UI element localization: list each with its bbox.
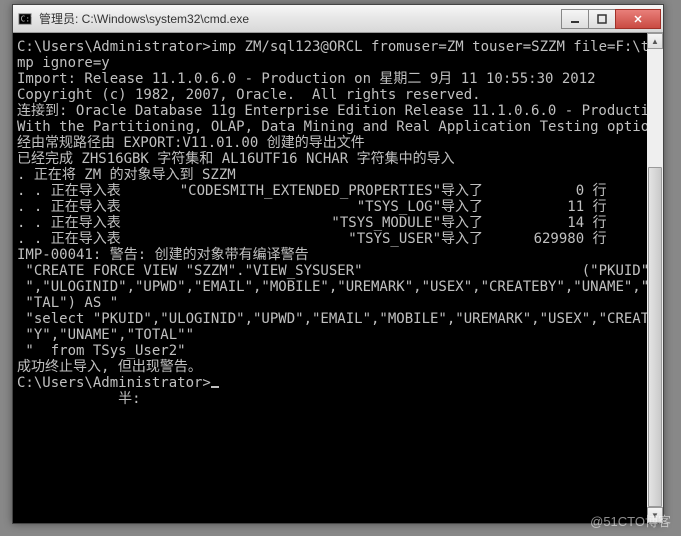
console-line: Import: Release 11.1.0.6.0 - Production … <box>17 71 655 87</box>
console-line: "CREATE FORCE VIEW "SZZM"."VIEW_SYSUSER"… <box>17 263 655 279</box>
console-line: . . 正在导入表 "TSYS_USER"导入了 629980 行 <box>17 231 655 247</box>
vertical-scrollbar[interactable]: ▲ ▼ <box>647 33 663 523</box>
console-line: 半: <box>17 391 655 407</box>
titlebar[interactable]: C:\ 管理员: C:\Windows\system32\cmd.exe <box>13 5 663 33</box>
console-output[interactable]: C:\Users\Administrator>imp ZM/sql123@ORC… <box>13 33 663 523</box>
console-line: . . 正在导入表 "TSYS_MODULE"导入了 14 行 <box>17 215 655 231</box>
console-line: " from TSys_User2" <box>17 343 655 359</box>
scroll-thumb[interactable] <box>648 167 662 507</box>
scroll-track[interactable] <box>647 49 663 507</box>
scroll-up-button[interactable]: ▲ <box>647 33 663 49</box>
console-line: . 正在将 ZM 的对象导入到 SZZM <box>17 167 655 183</box>
console-line: 经由常规路径由 EXPORT:V11.01.00 创建的导出文件 <box>17 135 655 151</box>
console-line: "select "PKUID","ULOGINID","UPWD","EMAIL… <box>17 311 655 327</box>
console-line: 成功终止导入, 但出现警告。 <box>17 359 655 375</box>
console-line: 已经完成 ZHS16GBK 字符集和 AL16UTF16 NCHAR 字符集中的… <box>17 151 655 167</box>
maximize-button[interactable] <box>588 9 616 29</box>
console-line: IMP-00041: 警告: 创建的对象带有编译警告 <box>17 247 655 263</box>
console-line: "TAL") AS " <box>17 295 655 311</box>
console-line: With the Partitioning, OLAP, Data Mining… <box>17 119 655 135</box>
console-line: Copyright (c) 1982, 2007, Oracle. All ri… <box>17 87 655 103</box>
console-line: "Y","UNAME","TOTAL"" <box>17 327 655 343</box>
console-line: ","ULOGINID","UPWD","EMAIL","MOBILE","UR… <box>17 279 655 295</box>
console-line: C:\Users\Administrator> <box>17 375 655 391</box>
watermark: @51CTO博客 <box>590 511 671 530</box>
console-line: . . 正在导入表 "TSYS_LOG"导入了 11 行 <box>17 199 655 215</box>
minimize-button[interactable] <box>561 9 589 29</box>
console-line: . . 正在导入表 "CODESMITH_EXTENDED_PROPERTIES… <box>17 183 655 199</box>
console-line: C:\Users\Administrator>imp ZM/sql123@ORC… <box>17 39 655 55</box>
cursor <box>211 386 219 388</box>
console-line: mp ignore=y <box>17 55 655 71</box>
window-title: 管理员: C:\Windows\system32\cmd.exe <box>39 10 562 27</box>
cmd-window: C:\ 管理员: C:\Windows\system32\cmd.exe C:\… <box>12 4 664 524</box>
console-line: 连接到: Oracle Database 11g Enterprise Edit… <box>17 103 655 119</box>
window-buttons <box>562 9 661 29</box>
close-button[interactable] <box>615 9 661 29</box>
cmd-icon: C:\ <box>17 11 33 27</box>
svg-text:C:\: C:\ <box>21 14 32 23</box>
